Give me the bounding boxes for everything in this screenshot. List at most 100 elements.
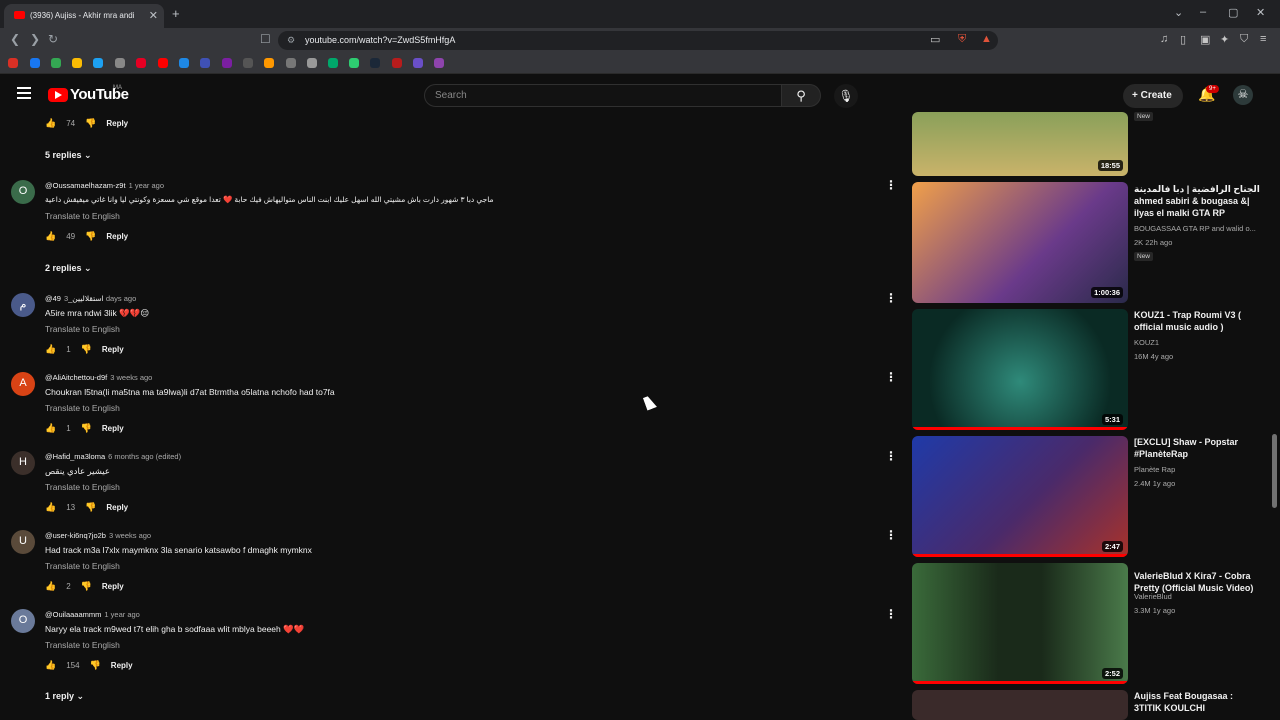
youtube-logo-icon[interactable] [48, 88, 68, 102]
more-options-icon[interactable]: ⋮ [885, 607, 897, 621]
author-name[interactable]: @user-ki6nq7jo2b [45, 531, 106, 540]
browser-tab[interactable]: (3936) Aujiss - Akhir mra andi ✕ [4, 4, 164, 28]
dislike-icon[interactable]: 👎 [85, 118, 96, 129]
channel-name[interactable]: ValerieBlud [1134, 592, 1264, 601]
window-close-icon[interactable]: ✕ [1256, 6, 1265, 19]
like-icon[interactable]: 👍 [45, 660, 56, 671]
dislike-icon[interactable]: 👎 [81, 423, 92, 434]
search-button[interactable]: ⚲ [781, 84, 821, 107]
more-options-icon[interactable]: ⋮ [885, 178, 897, 192]
like-icon[interactable]: 👍 [45, 502, 56, 513]
menu-icon[interactable]: ≡ [1260, 33, 1266, 45]
video-thumbnail[interactable]: 1:00:36 [912, 182, 1128, 303]
author-name[interactable]: @AliAitchettou-d9f [45, 373, 107, 382]
reply-button[interactable]: Reply [102, 582, 124, 591]
pinterest-icon[interactable] [136, 58, 146, 68]
facebook-icon[interactable] [30, 58, 40, 68]
scrollbar[interactable] [1272, 434, 1277, 508]
avatar[interactable]: H [11, 451, 35, 475]
more-options-icon[interactable]: ⋮ [885, 291, 897, 305]
bookmark-app-icon[interactable] [286, 58, 296, 68]
gmail-icon[interactable] [8, 58, 18, 68]
like-icon[interactable]: 👍 [45, 118, 56, 129]
reply-button[interactable]: Reply [106, 232, 128, 241]
bookmark-app-icon[interactable] [243, 58, 253, 68]
cast-icon[interactable]: ▭ [930, 33, 940, 46]
channel-name[interactable]: BOUGASSAA GTA RP and walid o... [1134, 224, 1264, 233]
comment-author[interactable]: @Ouilaaaammm 1 year ago [45, 610, 140, 619]
bookmark-app-icon[interactable] [434, 58, 444, 68]
comment-time[interactable]: 1 year ago [104, 610, 139, 619]
translate-button[interactable]: Translate to English [45, 403, 120, 413]
like-icon[interactable]: 👍 [45, 581, 56, 592]
translate-button[interactable]: Translate to English [45, 211, 120, 221]
video-title[interactable]: [EXCLU] Shaw - Popstar #PlanèteRap [1134, 436, 1262, 460]
comment-time[interactable]: 3 weeks ago [110, 373, 152, 382]
maximize-icon[interactable]: ▢ [1228, 6, 1238, 19]
leo-icon[interactable]: ✦ [1220, 33, 1229, 46]
avatar[interactable]: م [11, 293, 35, 317]
comment-author[interactable]: @Oussamaelhazam-z9t 1 year ago [45, 181, 164, 190]
more-options-icon[interactable]: ⋮ [885, 528, 897, 542]
brave-shield-icon[interactable]: ⛨ [958, 33, 966, 46]
like-icon[interactable]: 👍 [45, 344, 56, 355]
reply-button[interactable]: Reply [102, 345, 124, 354]
reply-button[interactable]: Reply [106, 119, 128, 128]
maps-icon[interactable] [72, 58, 82, 68]
like-icon[interactable]: 👍 [45, 231, 56, 242]
bookmark-app-icon[interactable] [413, 58, 423, 68]
new-tab-icon[interactable]: + [172, 6, 180, 21]
video-title[interactable]: Aujiss Feat Bougasaa : 3TITIK KOULCHI [1134, 690, 1262, 720]
bookmark-app-icon[interactable] [115, 58, 125, 68]
dislike-icon[interactable]: 👎 [85, 502, 96, 513]
dislike-icon[interactable]: 👎 [85, 231, 96, 242]
bookmark-app-icon[interactable] [349, 58, 359, 68]
comment-author[interactable]: @AliAitchettou-d9f 3 weeks ago [45, 373, 152, 382]
translate-button[interactable]: Translate to English [45, 640, 120, 650]
avatar[interactable]: O [11, 609, 35, 633]
site-info-icon[interactable]: ⚙ [287, 35, 295, 46]
vpn-icon[interactable]: ⛉ [1240, 33, 1248, 46]
video-thumbnail[interactable]: 2:52 [912, 563, 1128, 684]
reload-icon[interactable]: ↻ [48, 32, 58, 46]
author-name[interactable]: @Oussamaelhazam-z9t [45, 181, 126, 190]
channel-name[interactable]: Planète Rap [1134, 465, 1264, 474]
video-thumbnail[interactable] [912, 690, 1128, 720]
video-thumbnail[interactable]: 18:55 [912, 112, 1128, 176]
music-icon[interactable]: ♫ [1160, 33, 1168, 45]
bookmark-icon[interactable]: ☐ [260, 32, 271, 46]
comment-time[interactable]: 1 year ago [129, 181, 164, 190]
video-thumbnail[interactable]: 5:31 [912, 309, 1128, 430]
rewards-icon[interactable]: ▲ [981, 33, 992, 45]
bookmark-app-icon[interactable] [179, 58, 189, 68]
avatar[interactable]: A [11, 372, 35, 396]
bookmark-app-icon[interactable] [328, 58, 338, 68]
voice-search-button[interactable]: 🎙 [834, 84, 858, 108]
back-icon[interactable]: ❮ [10, 32, 20, 46]
bookmark-app-icon[interactable] [93, 58, 103, 68]
address-bar[interactable]: ⚙ youtube.com/watch?v=ZwdS5fmHfgA [278, 31, 998, 50]
chevron-down-icon[interactable]: ⌄ [1174, 6, 1183, 19]
forward-icon[interactable]: ❯ [30, 32, 40, 46]
video-thumbnail[interactable]: 2:47 [912, 436, 1128, 557]
avatar[interactable]: U [11, 530, 35, 554]
sidebar-icon[interactable]: ▯ [1180, 33, 1186, 46]
comment-author[interactable]: @user-ki6nq7jo2b 3 weeks ago [45, 531, 151, 540]
bookmark-app-icon[interactable] [307, 58, 317, 68]
bookmark-app-icon[interactable] [222, 58, 232, 68]
bookmark-app-icon[interactable] [392, 58, 402, 68]
search-input[interactable]: Search [424, 84, 782, 107]
bookmark-app-icon[interactable] [264, 58, 274, 68]
minimize-icon[interactable]: – [1200, 6, 1206, 18]
comment-time[interactable]: 6 months ago (edited) [108, 452, 181, 461]
video-title[interactable]: الجناح الرافضية | دبا فالمدينة ahmed sab… [1134, 183, 1262, 221]
steam-icon[interactable] [370, 58, 380, 68]
translate-button[interactable]: Translate to English [45, 482, 120, 492]
bookmark-app-icon[interactable] [200, 58, 210, 68]
youtube-icon[interactable] [158, 58, 168, 68]
author-name[interactable]: @Hafid_ma3loma [45, 452, 105, 461]
video-title[interactable]: KOUZ1 - Trap Roumi V3 ( official music a… [1134, 309, 1262, 333]
guide-menu-icon[interactable] [17, 87, 31, 99]
dislike-icon[interactable]: 👎 [81, 581, 92, 592]
reply-button[interactable]: Reply [111, 661, 133, 670]
